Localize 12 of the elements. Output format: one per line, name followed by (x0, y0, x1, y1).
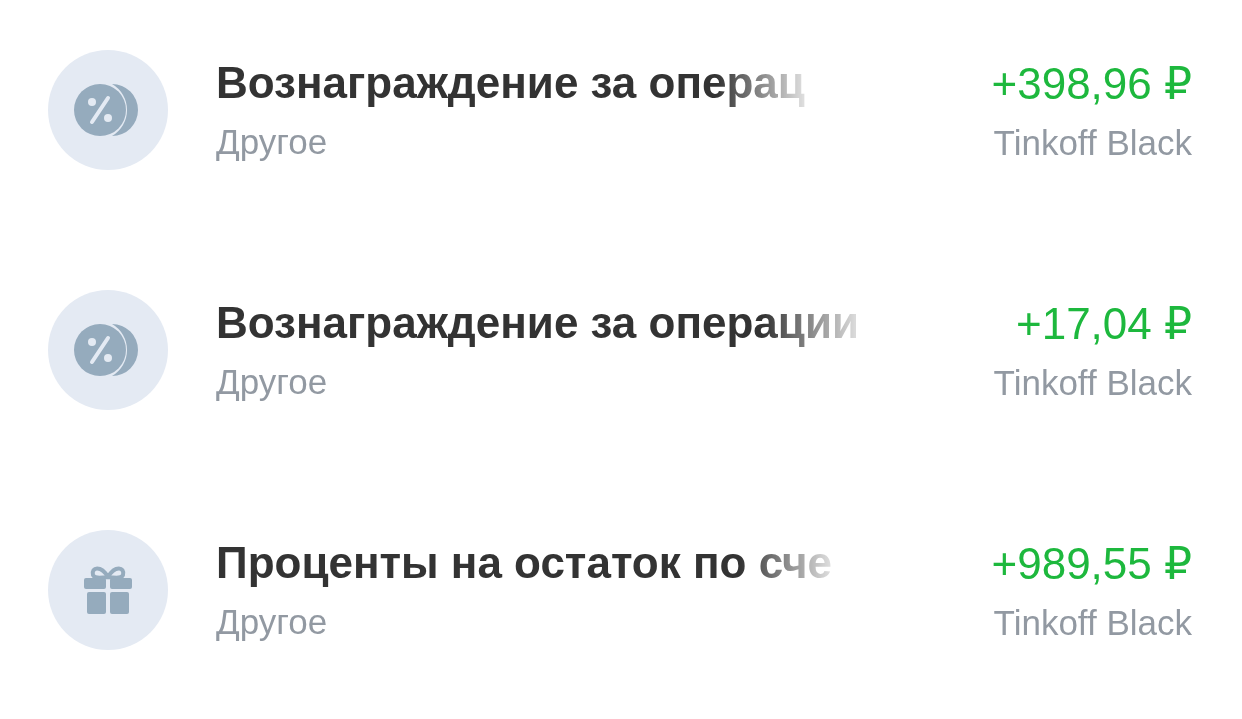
operation-category: Другое (216, 362, 328, 402)
operation-title: Вознаграждение за операц (216, 58, 805, 108)
account-name: Tinkoff Black (993, 602, 1192, 643)
account-name: Tinkoff Black (993, 122, 1192, 163)
operation-amount: +398,96 ₽ (991, 57, 1192, 109)
operation-amount: +989,55 ₽ (991, 537, 1192, 589)
operation-title: Вознаграждение за операции (216, 298, 859, 348)
account-name: Tinkoff Black (993, 362, 1192, 403)
operation-category: Другое (216, 122, 328, 162)
operation-amount: +17,04 ₽ (1015, 297, 1192, 349)
operation-title: Проценты на остаток по сче (216, 538, 832, 588)
operation-category: Другое (216, 602, 328, 642)
